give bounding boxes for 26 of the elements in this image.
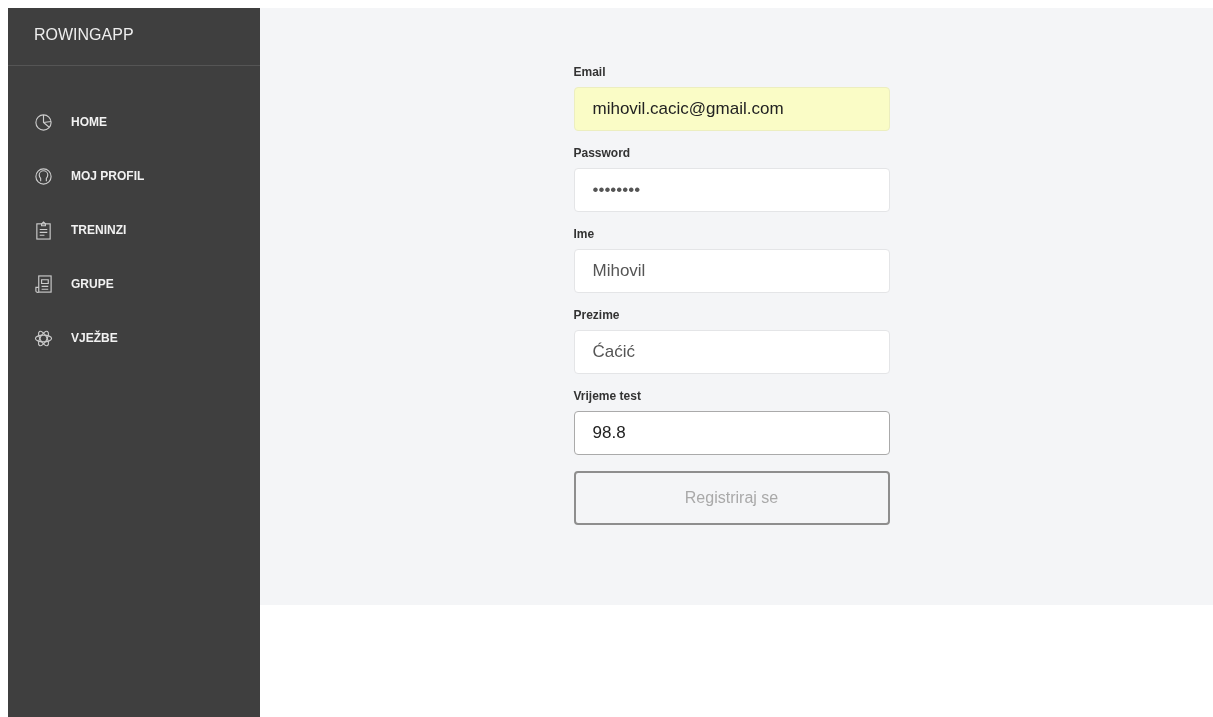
field-label: Ime — [573, 227, 596, 241]
clipboard-icon — [34, 220, 53, 240]
field-label: Prezime — [573, 308, 621, 322]
nav-label: GRUPE — [71, 277, 114, 291]
field-label: Vrijeme test — [573, 389, 642, 403]
input-field[interactable]: 98.8 — [573, 411, 890, 455]
nav-item[interactable]: TRENINZI — [8, 203, 260, 257]
document-icon — [34, 274, 53, 294]
nav-label: MOJ PROFIL — [71, 169, 145, 183]
nav-item[interactable]: VJEŽBE — [8, 311, 260, 365]
nav-label: HOME — [71, 115, 107, 129]
field-label: Password — [573, 146, 632, 160]
pie-chart-icon — [34, 112, 53, 132]
nav-label: TRENINZI — [71, 223, 127, 237]
nav-label: VJEŽBE — [71, 331, 118, 345]
input-field[interactable]: •••••••• — [573, 168, 890, 212]
input-field[interactable]: Mihovil — [573, 249, 890, 293]
atom-icon — [34, 328, 53, 348]
nav-item[interactable]: MOJ PROFIL — [8, 149, 260, 203]
user-circle-icon — [34, 166, 53, 186]
nav-item[interactable]: HOME — [8, 95, 260, 149]
input-field[interactable]: mihovil.cacic@gmail.com — [573, 87, 890, 131]
input-field[interactable]: Ćaćić — [573, 330, 890, 374]
field-label: Email — [573, 65, 607, 79]
nav-item[interactable]: GRUPE — [8, 257, 260, 311]
app-title: ROWINGAPP — [33, 25, 135, 45]
